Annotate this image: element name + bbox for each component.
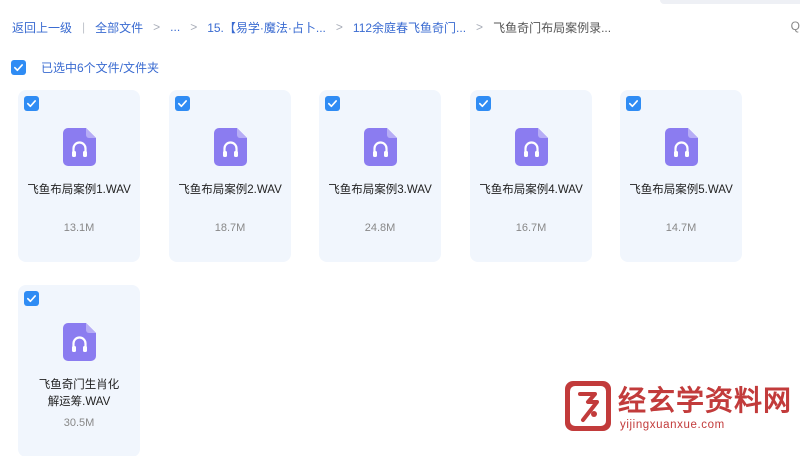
file-name[interactable]: 飞鱼奇门生肖化解运筹.WAV xyxy=(24,377,134,411)
audio-file-icon xyxy=(63,323,96,361)
audio-file-icon xyxy=(63,128,96,166)
file-name[interactable]: 飞鱼布局案例5.WAV xyxy=(626,182,736,199)
audio-file-icon xyxy=(364,128,397,166)
file-checkbox[interactable] xyxy=(626,96,641,111)
chevron-right-icon: > xyxy=(476,20,484,34)
site-watermark: 经玄学资料网 yijingxuanxue.com xyxy=(562,379,798,449)
file-name[interactable]: 飞鱼布局案例1.WAV xyxy=(24,182,134,199)
file-checkbox[interactable] xyxy=(476,96,491,111)
file-size: 18.7M xyxy=(214,222,246,234)
watermark-title: 经玄学资料网 xyxy=(618,384,793,417)
breadcrumb-item-folder-15[interactable]: 15.【易学·魔法·占卜... xyxy=(207,19,326,36)
selection-count-label: 已选中6个文件/文件夹 xyxy=(41,61,160,75)
breadcrumb-divider: | xyxy=(82,20,86,34)
watermark-url: yijingxuanxue.com xyxy=(620,419,725,431)
file-name[interactable]: 飞鱼布局案例4.WAV xyxy=(476,182,586,199)
site-logo-icon xyxy=(565,381,611,431)
file-size: 24.8M xyxy=(364,222,396,234)
search-icon[interactable]: Q xyxy=(791,19,800,33)
file-name[interactable]: 飞鱼布局案例3.WAV xyxy=(325,182,435,199)
checkmark-icon xyxy=(27,295,36,303)
chevron-right-icon: > xyxy=(190,20,198,34)
checkmark-icon xyxy=(328,100,337,108)
file-checkbox[interactable] xyxy=(175,96,190,111)
audio-file-icon xyxy=(515,128,548,166)
chevron-right-icon: > xyxy=(335,20,343,34)
chevron-right-icon: > xyxy=(153,20,161,34)
breadcrumb-item-folder-112[interactable]: 112余庭春飞鱼奇门... xyxy=(353,19,466,36)
breadcrumb-item-current: 飞鱼奇门布局案例录... xyxy=(493,20,612,35)
file-card[interactable]: 飞鱼布局案例5.WAV 14.7M xyxy=(620,90,742,262)
back-link[interactable]: 返回上一级 xyxy=(12,19,72,36)
file-size: 14.7M xyxy=(665,222,697,234)
checkmark-icon xyxy=(14,64,23,72)
file-size: 13.1M xyxy=(63,222,95,234)
select-all-row: 已选中6个文件/文件夹 xyxy=(11,59,159,76)
file-name[interactable]: 飞鱼布局案例2.WAV xyxy=(175,182,285,199)
file-checkbox[interactable] xyxy=(24,96,39,111)
checkmark-icon xyxy=(178,100,187,108)
breadcrumb-item-ellipsis[interactable]: ... xyxy=(170,20,180,34)
file-card[interactable]: 飞鱼布局案例1.WAV 13.1M xyxy=(18,90,140,262)
select-all-checkbox[interactable] xyxy=(11,60,26,75)
top-bar-edge xyxy=(660,0,800,4)
breadcrumb: 返回上一级 | 全部文件 > ... > 15.【易学·魔法·占卜... > 1… xyxy=(12,17,611,37)
file-card[interactable]: 飞鱼布局案例2.WAV 18.7M xyxy=(169,90,291,262)
audio-file-icon xyxy=(214,128,247,166)
file-size: 30.5M xyxy=(63,417,95,429)
checkmark-icon xyxy=(479,100,488,108)
breadcrumb-item-all-files[interactable]: 全部文件 xyxy=(95,19,143,36)
audio-file-icon xyxy=(665,128,698,166)
file-size: 16.7M xyxy=(515,222,547,234)
checkmark-icon xyxy=(27,100,36,108)
file-card[interactable]: 飞鱼布局案例4.WAV 16.7M xyxy=(470,90,592,262)
file-card[interactable]: 飞鱼奇门生肖化解运筹.WAV 30.5M xyxy=(18,285,140,456)
file-card[interactable]: 飞鱼布局案例3.WAV 24.8M xyxy=(319,90,441,262)
file-checkbox[interactable] xyxy=(24,291,39,306)
checkmark-icon xyxy=(629,100,638,108)
file-checkbox[interactable] xyxy=(325,96,340,111)
